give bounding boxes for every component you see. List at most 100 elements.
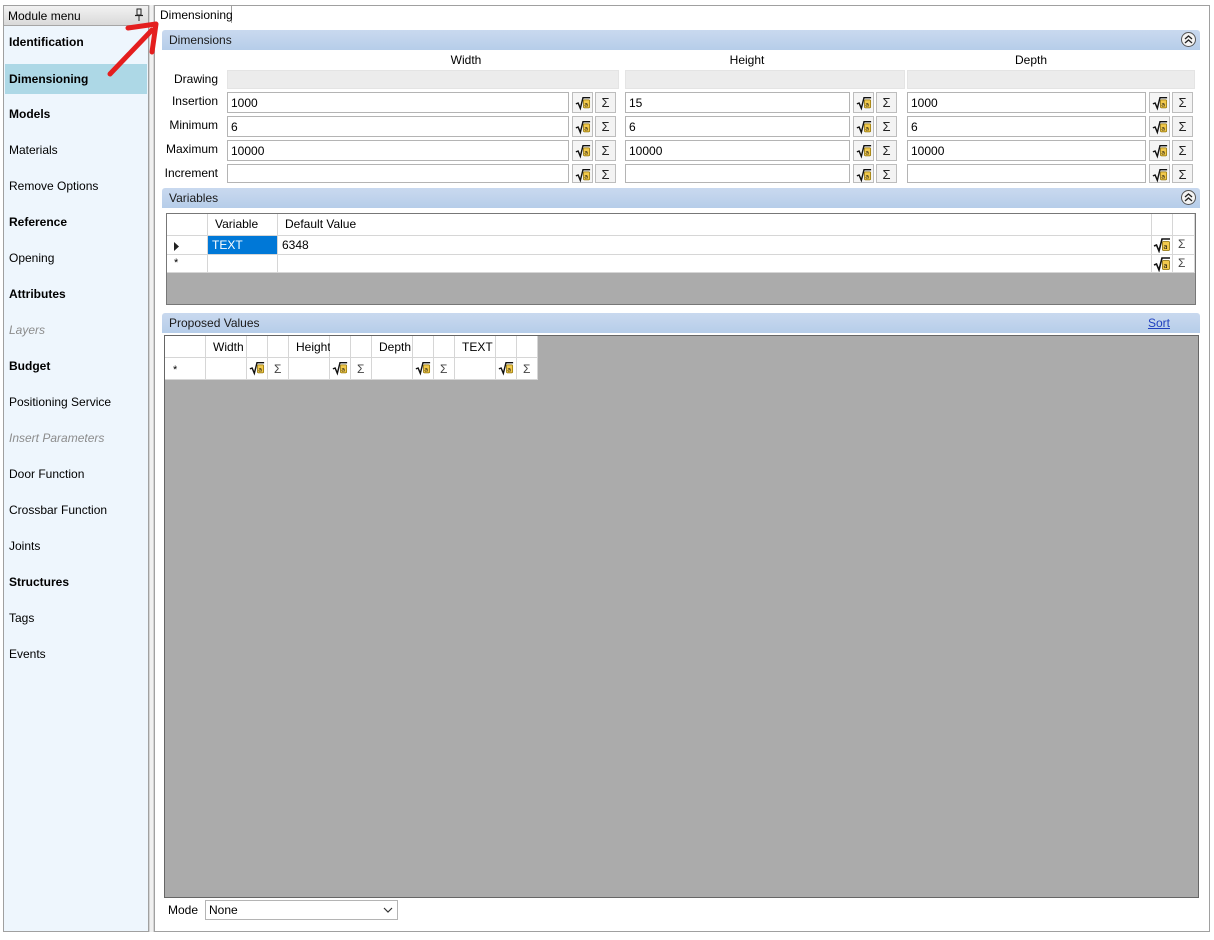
increment-height-formula-button[interactable]: a xyxy=(853,164,874,183)
new-default-value-cell[interactable] xyxy=(278,255,1152,273)
proposed-header-blank xyxy=(330,336,351,358)
maximum-depth-formula-button[interactable]: a xyxy=(1149,140,1170,161)
proposed-depth-formula-button[interactable]: a xyxy=(413,358,434,380)
variable-sum-button[interactable]: Σ xyxy=(1173,236,1195,255)
proposed-header-blank xyxy=(247,336,268,358)
new-variable-sum-button[interactable]: Σ xyxy=(1173,255,1195,273)
maximum-width-sum-button[interactable]: Σ xyxy=(595,140,616,161)
increment-depth-formula-button[interactable]: a xyxy=(1149,164,1170,183)
formula-sqrt-icon: a xyxy=(856,168,872,183)
new-row-marker[interactable]: * xyxy=(167,255,208,273)
maximum-depth-input[interactable]: 10000 xyxy=(907,140,1146,161)
svg-text:a: a xyxy=(1161,126,1165,133)
proposed-new-row-marker[interactable]: * xyxy=(165,358,206,380)
proposed-header-text[interactable]: TEXT xyxy=(455,336,496,358)
sidebar-item-crossbar-function[interactable]: Crossbar Function xyxy=(5,496,147,524)
proposed-new-height-cell[interactable] xyxy=(289,358,330,380)
maximum-width-input[interactable]: 10000 xyxy=(227,140,569,161)
proposed-text-sum-button[interactable]: Σ xyxy=(517,358,538,380)
mode-select[interactable]: None xyxy=(205,900,398,920)
proposed-text-formula-button[interactable]: a xyxy=(496,358,517,380)
sidebar-item-tags[interactable]: Tags xyxy=(5,604,147,632)
formula-sqrt-icon: a xyxy=(575,168,591,183)
increment-height-sum-button[interactable]: Σ xyxy=(876,164,897,183)
proposed-new-depth-cell[interactable] xyxy=(372,358,413,380)
minimum-width-sum-button[interactable]: Σ xyxy=(595,116,616,137)
proposed-header-blank xyxy=(517,336,538,358)
increment-width-formula-button[interactable]: a xyxy=(572,164,593,183)
svg-text:a: a xyxy=(1161,102,1165,109)
minimum-depth-formula-button[interactable]: a xyxy=(1149,116,1170,137)
minimum-width-input[interactable]: 6 xyxy=(227,116,569,137)
proposed-height-sum-button[interactable]: Σ xyxy=(351,358,372,380)
sidebar-item-remove-options[interactable]: Remove Options xyxy=(5,172,147,200)
minimum-height-input[interactable]: 6 xyxy=(625,116,850,137)
grid-header-variable[interactable]: Variable xyxy=(208,214,278,236)
sidebar-item-materials[interactable]: Materials xyxy=(5,136,147,164)
formula-sqrt-icon: a xyxy=(1152,168,1168,183)
formula-sqrt-icon: a xyxy=(575,96,591,111)
column-header-width: Width xyxy=(450,53,482,67)
svg-text:a: a xyxy=(584,150,588,157)
grid-corner xyxy=(167,214,208,236)
default-value-cell[interactable]: 6348 xyxy=(278,236,1152,255)
proposed-header-depth[interactable]: Depth xyxy=(372,336,413,358)
maximum-height-sum-button[interactable]: Σ xyxy=(876,140,897,161)
insertion-height-sum-button[interactable]: Σ xyxy=(876,92,897,113)
sidebar-item-models[interactable]: Models xyxy=(5,100,147,128)
variables-collapse-icon[interactable] xyxy=(1181,190,1196,205)
proposed-values-grid: Width Height Depth TEXT * a Σa Σa Σa Σ xyxy=(164,335,1199,898)
proposed-header-height[interactable]: Height xyxy=(289,336,331,358)
variable-cell[interactable]: TEXT xyxy=(208,236,278,255)
insertion-width-input[interactable]: 1000 xyxy=(227,92,569,113)
sidebar-item-attributes[interactable]: Attributes xyxy=(5,280,147,308)
insertion-depth-sum-button[interactable]: Σ xyxy=(1172,92,1193,113)
increment-width-input[interactable] xyxy=(227,164,569,183)
sidebar-item-positioning-service[interactable]: Positioning Service xyxy=(5,388,147,416)
formula-sqrt-icon: a xyxy=(1152,144,1168,159)
minimum-depth-sum-button[interactable]: Σ xyxy=(1172,116,1193,137)
proposed-width-formula-button[interactable]: a xyxy=(247,358,268,380)
sort-link[interactable]: Sort xyxy=(1148,316,1170,330)
new-variable-cell[interactable] xyxy=(208,255,278,273)
insertion-height-input[interactable]: 15 xyxy=(625,92,850,113)
dimensions-collapse-icon[interactable] xyxy=(1181,32,1196,47)
increment-width-sum-button[interactable]: Σ xyxy=(595,164,616,183)
variable-formula-button[interactable]: a xyxy=(1152,236,1173,255)
row-selector-current[interactable] xyxy=(167,236,208,255)
annotation-arrow-icon xyxy=(107,21,159,77)
sidebar-item-layers: Layers xyxy=(9,323,46,337)
minimum-depth-input[interactable]: 6 xyxy=(907,116,1146,137)
proposed-header-blank xyxy=(268,336,289,358)
sidebar-item-structures[interactable]: Structures xyxy=(5,568,147,596)
new-variable-formula-button[interactable]: a xyxy=(1152,255,1173,273)
maximum-height-input[interactable]: 10000 xyxy=(625,140,850,161)
minimum-height-formula-button[interactable]: a xyxy=(853,116,874,137)
sidebar-item-opening[interactable]: Opening xyxy=(5,244,147,272)
sidebar-item-joints[interactable]: Joints xyxy=(5,532,147,560)
minimum-height-sum-button[interactable]: Σ xyxy=(876,116,897,137)
increment-depth-sum-button[interactable]: Σ xyxy=(1172,164,1193,183)
sidebar-item-door-function[interactable]: Door Function xyxy=(5,460,147,488)
proposed-header-width[interactable]: Width xyxy=(206,336,247,358)
grid-header-default-value[interactable]: Default Value xyxy=(278,214,1152,236)
maximum-depth-sum-button[interactable]: Σ xyxy=(1172,140,1193,161)
insertion-depth-formula-button[interactable]: a xyxy=(1149,92,1170,113)
insertion-height-formula-button[interactable]: a xyxy=(853,92,874,113)
maximum-width-formula-button[interactable]: a xyxy=(572,140,593,161)
minimum-width-formula-button[interactable]: a xyxy=(572,116,593,137)
proposed-height-formula-button[interactable]: a xyxy=(330,358,351,380)
sidebar-item-budget[interactable]: Budget xyxy=(5,352,147,380)
proposed-new-text-cell[interactable] xyxy=(455,358,496,380)
insertion-width-sum-button[interactable]: Σ xyxy=(595,92,616,113)
sidebar-item-events[interactable]: Events xyxy=(5,640,147,668)
sidebar-item-reference[interactable]: Reference xyxy=(5,208,147,236)
proposed-width-sum-button[interactable]: Σ xyxy=(268,358,289,380)
maximum-height-formula-button[interactable]: a xyxy=(853,140,874,161)
increment-height-input[interactable] xyxy=(625,164,850,183)
insertion-width-formula-button[interactable]: a xyxy=(572,92,593,113)
proposed-depth-sum-button[interactable]: Σ xyxy=(434,358,455,380)
insertion-depth-input[interactable]: 1000 xyxy=(907,92,1146,113)
increment-depth-input[interactable] xyxy=(907,164,1146,183)
proposed-new-width-cell[interactable] xyxy=(206,358,247,380)
